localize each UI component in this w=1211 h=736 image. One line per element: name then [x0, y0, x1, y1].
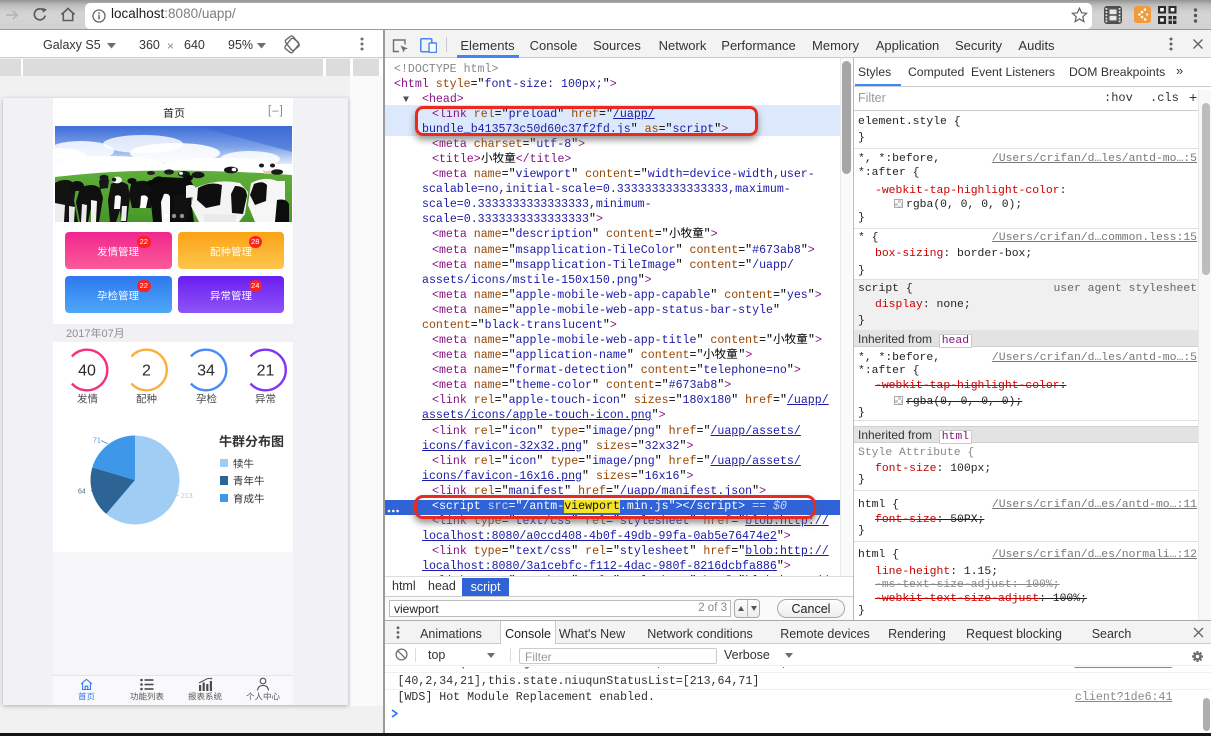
svg-text:2: 2: [142, 363, 151, 380]
svg-text:213: 213: [181, 493, 193, 500]
svg-text:34: 34: [197, 363, 215, 380]
svg-text:64: 64: [78, 489, 86, 496]
svg-text:40: 40: [78, 363, 96, 380]
svg-text:7: 7: [84, 328, 90, 340]
svg-text:7: 7: [108, 328, 114, 340]
svg-text:71: 71: [93, 438, 101, 445]
svg-text:21: 21: [257, 363, 275, 380]
